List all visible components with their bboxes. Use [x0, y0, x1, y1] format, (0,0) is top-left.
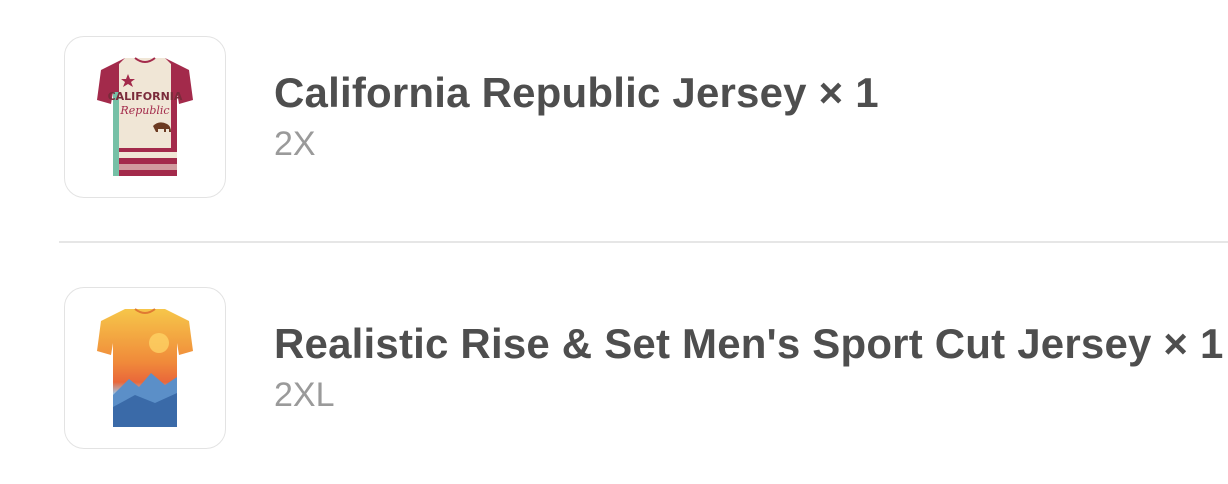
item-info: California Republic Jersey × 1 2X: [274, 68, 879, 166]
order-item: Realistic Rise & Set Men's Sport Cut Jer…: [64, 286, 1228, 450]
item-variant: 2XL: [274, 376, 335, 414]
svg-text:Republic: Republic: [119, 104, 169, 117]
item-variant: 2X: [274, 125, 316, 163]
item-info: Realistic Rise & Set Men's Sport Cut Jer…: [274, 319, 1224, 417]
order-item: CALIFORNIA Republic California Republic …: [64, 35, 1228, 199]
jersey-icon: CALIFORNIA Republic: [97, 57, 193, 176]
order-item-list: CALIFORNIA Republic California Republic …: [0, 0, 1228, 484]
svg-text:CALIFORNIA: CALIFORNIA: [108, 90, 183, 103]
product-thumbnail: [64, 287, 226, 449]
product-thumbnail: CALIFORNIA Republic: [64, 36, 226, 198]
divider: [59, 241, 1228, 243]
item-title: California Republic Jersey × 1: [274, 69, 879, 116]
jersey-icon: [97, 308, 193, 427]
item-title: Realistic Rise & Set Men's Sport Cut Jer…: [274, 320, 1224, 367]
